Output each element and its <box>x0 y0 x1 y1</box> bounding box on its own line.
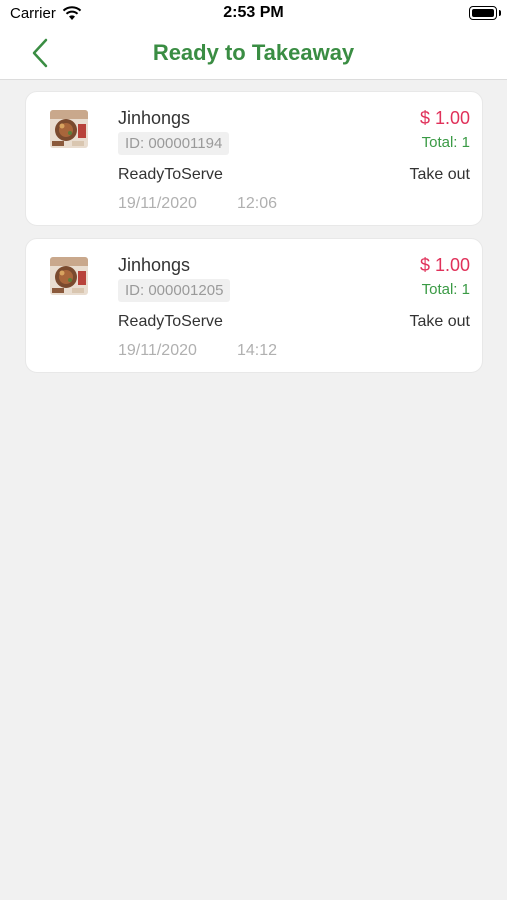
order-time: 12:06 <box>237 195 278 212</box>
status-bar: Carrier 2:53 PM <box>0 0 507 28</box>
order-date: 19/11/2020 <box>118 195 197 212</box>
clock: 2:53 PM <box>223 4 284 21</box>
order-time: 14:12 <box>237 342 278 359</box>
restaurant-thumbnail <box>50 110 88 148</box>
order-card[interactable]: Jinhongs ID: 000001205 ReadyToServe 19/1… <box>25 238 483 373</box>
order-card[interactable]: Jinhongs ID: 000001194 ReadyToServe 19/1… <box>25 91 483 226</box>
order-id-badge: ID: 000001194 <box>118 132 230 155</box>
restaurant-thumbnail <box>50 257 88 295</box>
restaurant-name: Jinhongs <box>118 255 191 275</box>
order-price: $ 1.00 <box>419 108 470 128</box>
page-title: Ready to Takeaway <box>152 40 355 65</box>
order-status: ReadyToServe <box>118 313 223 330</box>
order-id-badge: ID: 000001205 <box>118 279 231 302</box>
order-total-count: Total: 1 <box>421 134 470 151</box>
battery-icon <box>469 6 501 20</box>
order-list: Jinhongs ID: 000001194 ReadyToServe 19/1… <box>25 91 483 385</box>
order-type: Take out <box>409 313 470 330</box>
order-status: ReadyToServe <box>118 166 223 183</box>
restaurant-name: Jinhongs <box>118 108 191 128</box>
order-type: Take out <box>409 166 470 183</box>
order-total-count: Total: 1 <box>421 281 470 298</box>
order-price: $ 1.00 <box>419 255 470 275</box>
navigation-bar: Ready to Takeaway <box>0 28 507 80</box>
order-date: 19/11/2020 <box>118 342 197 359</box>
